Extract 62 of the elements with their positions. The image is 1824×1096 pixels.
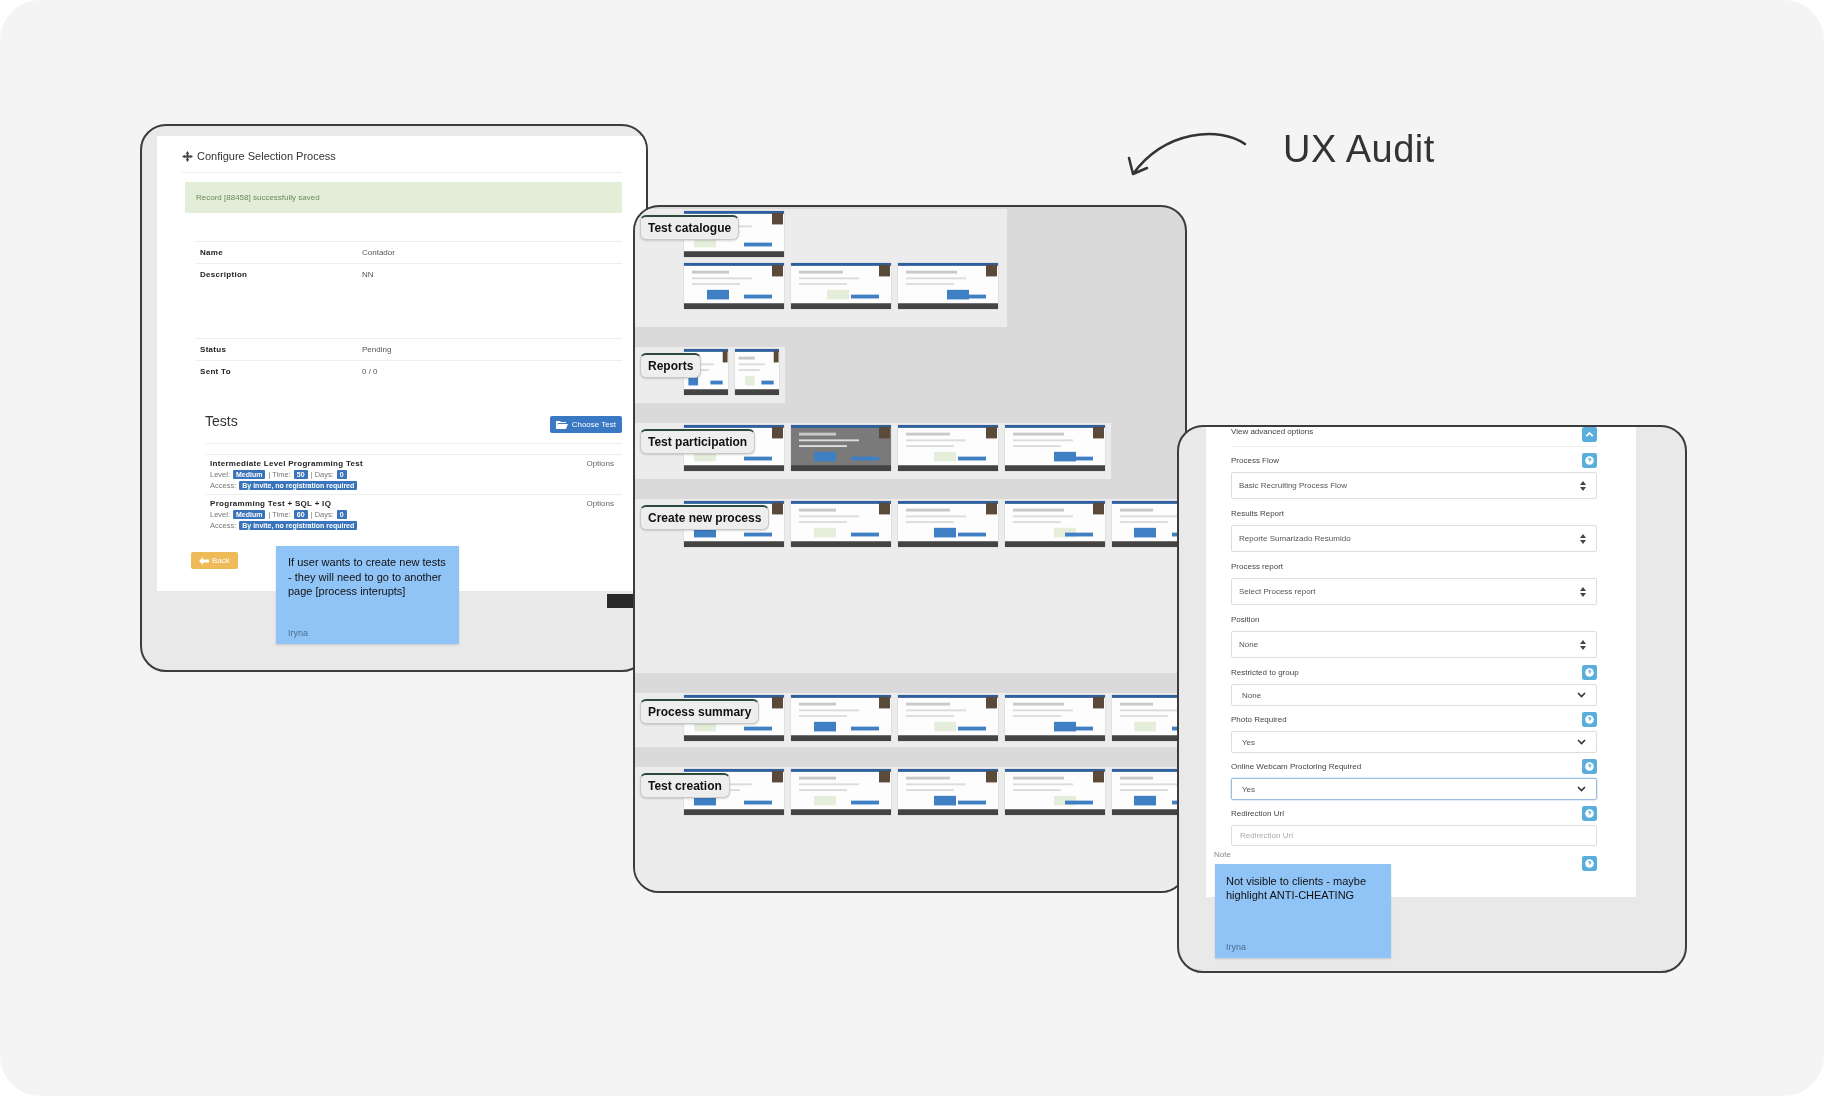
- select-field[interactable]: Basic Recruiting Process Flow: [1231, 472, 1597, 499]
- help-icon[interactable]: [1582, 856, 1597, 871]
- field-value: 0 / 0: [362, 367, 378, 376]
- select-field[interactable]: None: [1231, 684, 1597, 706]
- arrow-left-icon: [199, 556, 209, 565]
- help-icon[interactable]: [1582, 806, 1597, 821]
- field-label: Photo Required: [1231, 715, 1287, 724]
- help-icon[interactable]: [1582, 759, 1597, 774]
- field-label: Status: [200, 345, 228, 354]
- input-field[interactable]: Redirection Url: [1231, 825, 1597, 846]
- field-label: Online Webcam Proctoring Required: [1231, 762, 1362, 771]
- select-field[interactable]: Yes: [1231, 778, 1597, 800]
- sort-arrows-icon: [1580, 639, 1586, 650]
- page-title: UX Audit: [1283, 128, 1435, 171]
- section-label: Test catalogue: [640, 215, 740, 240]
- section-heading: Tests: [205, 412, 238, 429]
- sort-arrows-icon: [1580, 480, 1586, 491]
- chevron-down-icon: [1577, 739, 1586, 745]
- options-link[interactable]: Options: [586, 459, 614, 468]
- note-label: Note: [1214, 850, 1231, 859]
- help-icon[interactable]: [1582, 712, 1597, 727]
- select-field[interactable]: Yes: [1231, 731, 1597, 753]
- note-text: If user wants to create new tests - they will need to go to another page [process interupts]: [288, 555, 447, 599]
- options-link[interactable]: Options: [586, 499, 614, 508]
- field-label: Sent To: [200, 367, 232, 376]
- chevron-down-icon: [1577, 786, 1586, 792]
- help-icon[interactable]: [1582, 453, 1597, 468]
- section-label: Reports: [640, 353, 702, 378]
- note-text: Not visible to clients - maybe highlight ANTI-CHEATING: [1226, 874, 1367, 902]
- field-label: Process Flow: [1231, 456, 1279, 465]
- field-label: Name: [200, 248, 224, 257]
- field-value: Pending: [362, 345, 392, 354]
- sort-arrows-icon: [1580, 533, 1586, 544]
- section-label: Test participation: [640, 429, 756, 454]
- field-value: NN: [362, 270, 374, 281]
- advanced-options-link[interactable]: View advanced options: [1231, 427, 1314, 436]
- field-label: Process report: [1231, 562, 1284, 571]
- test-name: Programming Test + SQL + IQ: [210, 499, 332, 508]
- sort-arrows-icon: [1580, 586, 1586, 597]
- collapse-icon[interactable]: [1582, 427, 1597, 442]
- move-icon: [182, 150, 193, 162]
- field-label: Position: [1231, 615, 1260, 624]
- folder-icon: [555, 420, 568, 429]
- note-author: Iryna: [288, 628, 309, 638]
- panel-title: Configure Selection Process: [197, 150, 336, 162]
- field-label: Results Report: [1231, 509, 1284, 518]
- choose-test-button[interactable]: Choose Test: [549, 416, 622, 433]
- section-label: Create new process: [640, 505, 770, 530]
- chevron-down-icon: [1577, 692, 1586, 698]
- note-author: Iryna: [1226, 942, 1247, 952]
- success-alert: Record [88458] successfully saved: [185, 182, 622, 213]
- field-label: Description: [200, 270, 249, 281]
- select-field[interactable]: None: [1231, 631, 1597, 658]
- field-label: Redirection Url: [1231, 809, 1284, 818]
- section-label: Test creation: [640, 773, 730, 798]
- test-name: Intermediate Level Programming Test: [210, 459, 364, 468]
- select-field[interactable]: Reporte Sumarizado Resumido: [1231, 525, 1597, 552]
- help-icon[interactable]: [1582, 665, 1597, 680]
- select-field[interactable]: Select Process report: [1231, 578, 1597, 605]
- section-label: Process summary: [640, 699, 760, 724]
- field-value: Contador: [362, 248, 395, 257]
- field-label: Restricted to group: [1231, 668, 1299, 677]
